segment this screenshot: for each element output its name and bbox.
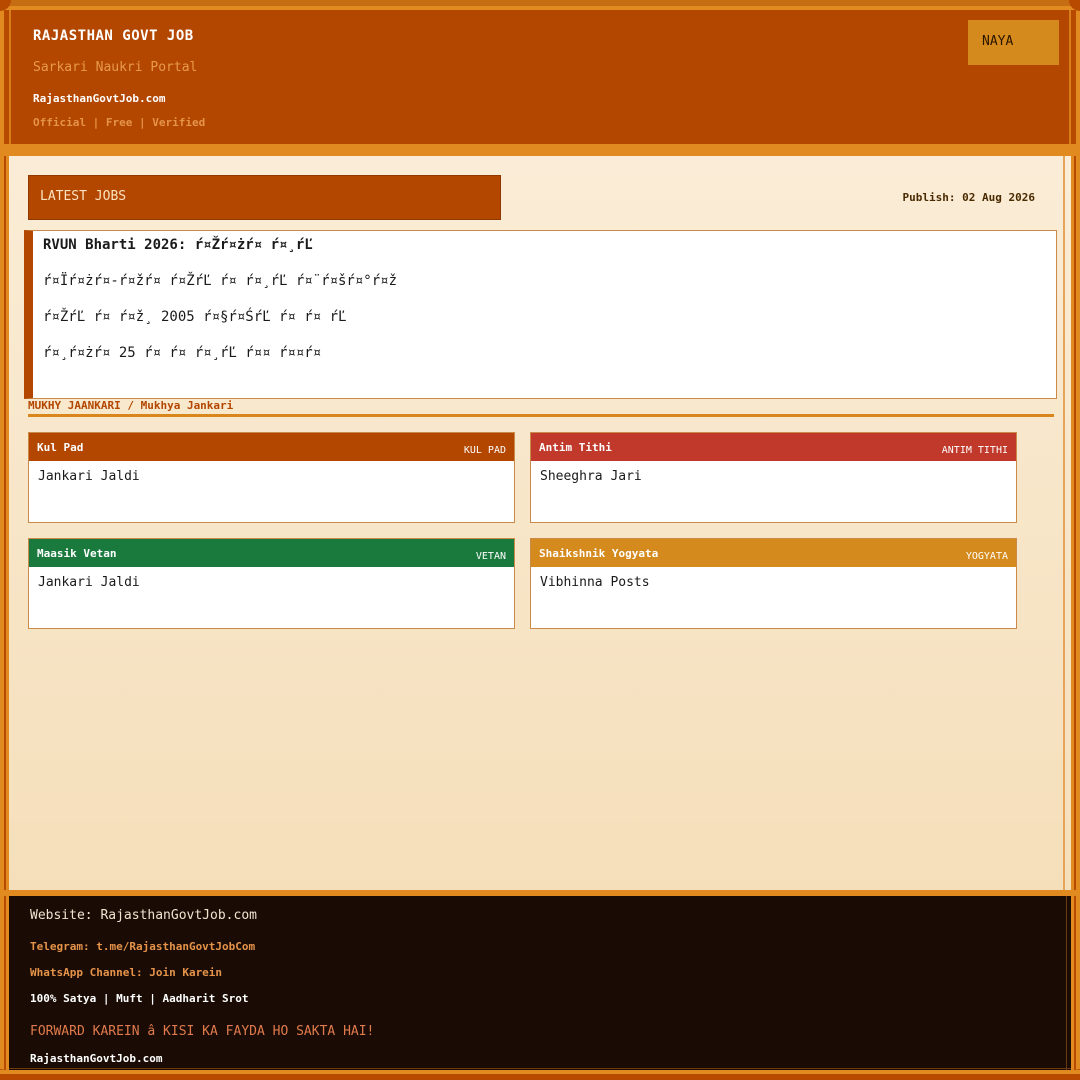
card-header: Kul Pad KUL PAD [29, 433, 514, 461]
site-footer: Website: RajasthanGovtJob.com Telegram: … [6, 896, 1074, 1070]
notice-headline: RVUN Bharti 2026: ŕ¤Žŕ¤żŕ¤ ŕ¤¸ŕĽ [43, 237, 313, 253]
brand-tags: Official | Free | Verified [33, 116, 206, 129]
latest-jobs-heading: LATEST JOBS [28, 175, 501, 220]
footer-whatsapp-link[interactable]: WhatsApp Channel: Join Karein [30, 966, 222, 979]
brand-subtitle: Sarkari Naukri Portal [33, 60, 198, 75]
bottom-band [0, 1070, 1080, 1080]
card-value: Vibhinna Posts [540, 575, 650, 590]
site-header: RAJASTHAN GOVT JOB Sarkari Naukri Portal… [9, 10, 1071, 144]
footer-site-link[interactable]: RajasthanGovtJob.com [30, 1052, 162, 1065]
inner-rule [1063, 156, 1065, 890]
card-tag: YOGYATA [965, 550, 1008, 562]
card-title: Antim Tithi [539, 440, 612, 454]
notice-line: ŕ¤ŽŕĽ ŕ¤ ŕ¤ž¸ 2005 ŕ¤§ŕ¤ŚŕĽ ŕ¤ ŕ¤ ŕĽ [43, 309, 347, 325]
card-tag: ANTIM TITHI [941, 444, 1008, 456]
card-tag: VETAN [475, 550, 506, 562]
footer-forward-note: FORWARD KAREIN â KISI KA FAYDA HO SAKTA … [30, 1024, 375, 1039]
footer-bottom-rule [9, 1068, 1071, 1069]
card-header: Maasik Vetan VETAN [29, 539, 514, 567]
card-title: Maasik Vetan [37, 546, 117, 560]
divider-band [0, 144, 1080, 156]
info-section-label: MUKHY JAANKARI / Mukhya Jankari [28, 399, 234, 412]
notice-line: ŕ¤Ïŕ¤żŕ¤-ŕ¤žŕ¤ ŕ¤ŽŕĽ ŕ¤ ŕ¤¸ŕĽ ŕ¤¨ŕ¤šŕ¤°ŕ… [43, 273, 398, 289]
info-card-qualification: Shaikshnik Yogyata YOGYATA Vibhinna Post… [530, 538, 1017, 629]
card-value: Sheeghra Jari [540, 469, 642, 484]
card-header: Shaikshnik Yogyata YOGYATA [531, 539, 1016, 567]
main-content: LATEST JOBS Publish: 02 Aug 2026 RVUN Bh… [6, 156, 1074, 890]
footer-website-link[interactable]: Website: RajasthanGovtJob.com [30, 908, 257, 923]
info-card-salary: Maasik Vetan VETAN Jankari Jaldi [28, 538, 515, 629]
publish-date: Publish: 02 Aug 2026 [902, 191, 1035, 204]
card-title: Kul Pad [37, 440, 84, 454]
brand-site-link[interactable]: RajasthanGovtJob.com [33, 92, 165, 105]
brand-title: RAJASTHAN GOVT JOB [33, 28, 194, 44]
job-notice: RVUN Bharti 2026: ŕ¤Žŕ¤żŕ¤ ŕ¤¸ŕĽ ŕ¤Ïŕ¤żŕ… [24, 230, 1057, 399]
card-value: Jankari Jaldi [38, 469, 140, 484]
footer-telegram-link[interactable]: Telegram: t.me/RajasthanGovtJobCom [30, 940, 255, 953]
card-header: Antim Tithi ANTIM TITHI [531, 433, 1016, 461]
footer-rule [1066, 896, 1067, 1070]
notice-line: ŕ¤¸ŕ¤żŕ¤ 25 ŕ¤ ŕ¤ ŕ¤¸ŕĽ ŕ¤¤ ŕ¤¤ŕ¤ [43, 345, 322, 361]
card-value: Jankari Jaldi [38, 575, 140, 590]
card-tag: KUL PAD [463, 444, 506, 456]
info-card-total-posts: Kul Pad KUL PAD Jankari Jaldi [28, 432, 515, 523]
section-divider [28, 414, 1054, 417]
info-card-last-date: Antim Tithi ANTIM TITHI Sheeghra Jari [530, 432, 1017, 523]
new-badge: NAYA [968, 20, 1059, 65]
footer-tagline: 100% Satya | Muft | Aadharit Srot [30, 992, 249, 1005]
card-title: Shaikshnik Yogyata [539, 546, 659, 560]
